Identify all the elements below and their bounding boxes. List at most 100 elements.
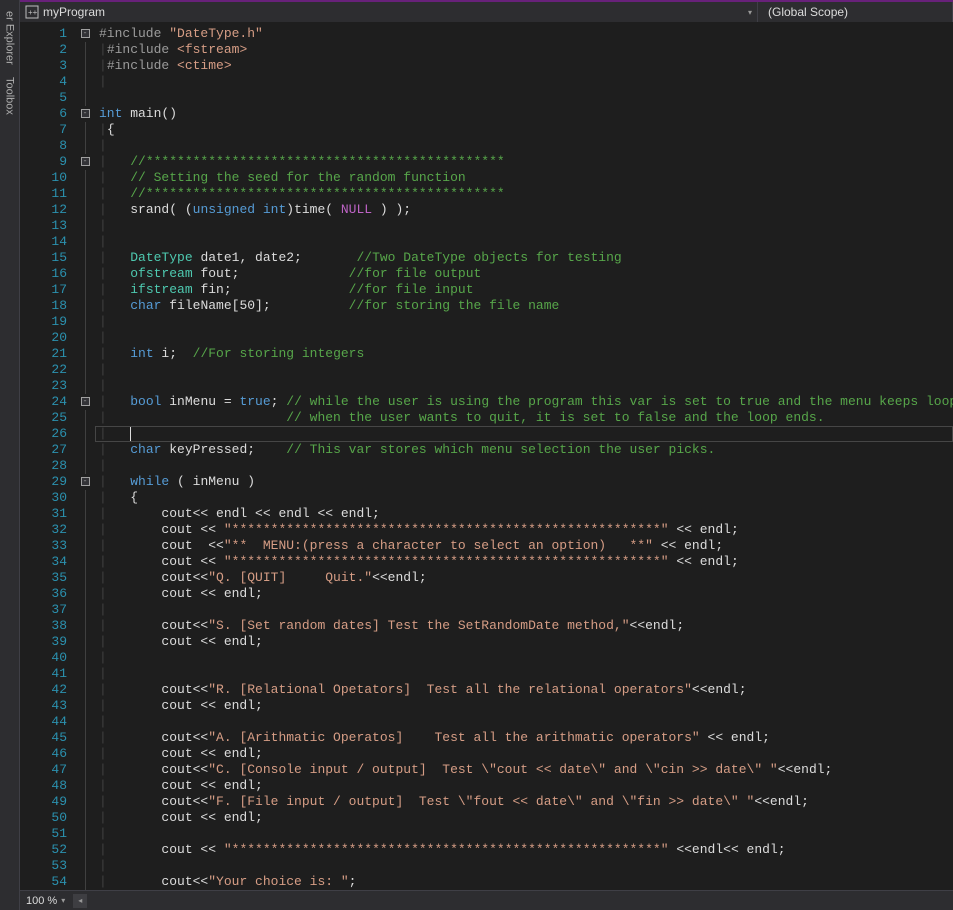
line-number: 2 — [20, 42, 67, 58]
zoom-level-dropdown[interactable]: 100 % — [26, 895, 57, 907]
code-line[interactable]: | — [95, 650, 953, 666]
line-number: 4 — [20, 74, 67, 90]
fold-cell — [75, 730, 95, 746]
sidebar-tab-server-explorer[interactable]: er Explorer — [2, 5, 18, 71]
line-number: 48 — [20, 778, 67, 794]
line-number: 44 — [20, 714, 67, 730]
code-line[interactable] — [95, 90, 953, 106]
fold-toggle-icon[interactable]: - — [81, 29, 90, 38]
code-line[interactable]: | — [95, 218, 953, 234]
code-line[interactable]: | while ( inMenu ) — [95, 474, 953, 490]
code-line[interactable]: | — [95, 362, 953, 378]
fold-cell — [75, 218, 95, 234]
code-line[interactable]: | — [95, 458, 953, 474]
sidebar-tab-toolbox[interactable]: Toolbox — [2, 71, 18, 121]
code-line[interactable]: | — [95, 602, 953, 618]
code-line[interactable]: | cout<<"Your choice is: "; — [95, 874, 953, 890]
code-line[interactable]: | cout<< endl << endl << endl; — [95, 506, 953, 522]
fold-toggle-icon[interactable]: - — [81, 397, 90, 406]
line-number: 45 — [20, 730, 67, 746]
code-line[interactable]: | // when the user wants to quit, it is … — [95, 410, 953, 426]
code-line[interactable]: | DateType date1, date2; //Two DateType … — [95, 250, 953, 266]
code-line[interactable]: | cout << endl; — [95, 586, 953, 602]
code-line[interactable]: #include "DateType.h" — [95, 26, 953, 42]
fold-cell — [75, 618, 95, 634]
fold-cell: - — [75, 394, 95, 410]
code-line[interactable]: | — [95, 426, 953, 442]
code-line[interactable]: | — [95, 138, 953, 154]
outlining-margin[interactable]: - - - - - — [75, 22, 95, 890]
code-line[interactable]: | int i; //For storing integers — [95, 346, 953, 362]
code-line[interactable]: | cout << "*****************************… — [95, 554, 953, 570]
fold-cell — [75, 586, 95, 602]
code-line[interactable]: | — [95, 826, 953, 842]
line-number: 54 — [20, 874, 67, 890]
fold-cell — [75, 410, 95, 426]
code-line[interactable]: | — [95, 666, 953, 682]
code-line[interactable]: | srand( (unsigned int)time( NULL ) ); — [95, 202, 953, 218]
code-line[interactable]: | cout<<"S. [Set random dates] Test the … — [95, 618, 953, 634]
code-line[interactable]: | char keyPressed; // This var stores wh… — [95, 442, 953, 458]
code-line[interactable]: | char fileName[50]; //for storing the f… — [95, 298, 953, 314]
fold-cell — [75, 266, 95, 282]
code-line[interactable]: | bool inMenu = true; // while the user … — [95, 394, 953, 410]
code-line[interactable]: | — [95, 74, 953, 90]
code-line[interactable]: | cout<<"F. [File input / output] Test \… — [95, 794, 953, 810]
code-line[interactable]: | — [95, 714, 953, 730]
fold-cell — [75, 650, 95, 666]
code-line[interactable]: | cout << endl; — [95, 810, 953, 826]
code-line[interactable]: | cout << endl; — [95, 698, 953, 714]
line-number: 50 — [20, 810, 67, 826]
code-line[interactable]: | cout << endl; — [95, 746, 953, 762]
code-line[interactable]: | cout << endl; — [95, 778, 953, 794]
code-line[interactable]: | //************************************… — [95, 154, 953, 170]
line-number: 9 — [20, 154, 67, 170]
code-line[interactable]: | //************************************… — [95, 186, 953, 202]
code-line[interactable]: | cout<<"R. [Relational Opetators] Test … — [95, 682, 953, 698]
code-line[interactable]: | ofstream fout; //for file output — [95, 266, 953, 282]
code-line[interactable]: int main() — [95, 106, 953, 122]
code-line[interactable]: | — [95, 858, 953, 874]
code-line[interactable]: |#include <ctime> — [95, 58, 953, 74]
code-line[interactable]: |{ — [95, 122, 953, 138]
code-editor[interactable]: 1234567891011121314151617181920212223242… — [20, 22, 953, 890]
code-line[interactable]: | { — [95, 490, 953, 506]
fold-cell — [75, 90, 95, 106]
fold-toggle-icon[interactable]: - — [81, 477, 90, 486]
code-line[interactable]: | cout<<"Q. [QUIT] Quit."<<endl; — [95, 570, 953, 586]
file-context-dropdown[interactable]: ++ myProgram ▾ — [20, 2, 758, 22]
code-line[interactable]: | // Setting the seed for the random fun… — [95, 170, 953, 186]
code-line[interactable]: | cout <<"** MENU:(press a character to … — [95, 538, 953, 554]
code-line[interactable]: | — [95, 314, 953, 330]
scroll-left-button[interactable]: ◂ — [73, 894, 87, 908]
fold-cell — [75, 426, 95, 442]
code-text-area[interactable]: #include "DateType.h"|#include <fstream>… — [95, 22, 953, 890]
fold-cell — [75, 234, 95, 250]
code-line[interactable]: | — [95, 378, 953, 394]
fold-cell — [75, 538, 95, 554]
line-number: 5 — [20, 90, 67, 106]
code-line[interactable]: | ifstream fin; //for file input — [95, 282, 953, 298]
line-number: 19 — [20, 314, 67, 330]
fold-toggle-icon[interactable]: - — [81, 157, 90, 166]
line-number: 28 — [20, 458, 67, 474]
line-number: 38 — [20, 618, 67, 634]
code-line[interactable]: | — [95, 234, 953, 250]
code-line[interactable]: | cout << endl; — [95, 634, 953, 650]
scope-dropdown[interactable]: (Global Scope) — [758, 2, 953, 22]
fold-toggle-icon[interactable]: - — [81, 109, 90, 118]
fold-cell — [75, 714, 95, 730]
fold-cell: - — [75, 474, 95, 490]
line-number: 41 — [20, 666, 67, 682]
text-cursor — [130, 427, 131, 441]
code-line[interactable]: | cout<<"A. [Arithmatic Operatos] Test a… — [95, 730, 953, 746]
code-line[interactable]: |#include <fstream> — [95, 42, 953, 58]
fold-cell — [75, 490, 95, 506]
code-line[interactable]: | cout << "*****************************… — [95, 842, 953, 858]
line-number: 23 — [20, 378, 67, 394]
fold-cell — [75, 202, 95, 218]
line-number: 26 — [20, 426, 67, 442]
code-line[interactable]: | cout<<"C. [Console input / output] Tes… — [95, 762, 953, 778]
code-line[interactable]: | cout << "*****************************… — [95, 522, 953, 538]
code-line[interactable]: | — [95, 330, 953, 346]
